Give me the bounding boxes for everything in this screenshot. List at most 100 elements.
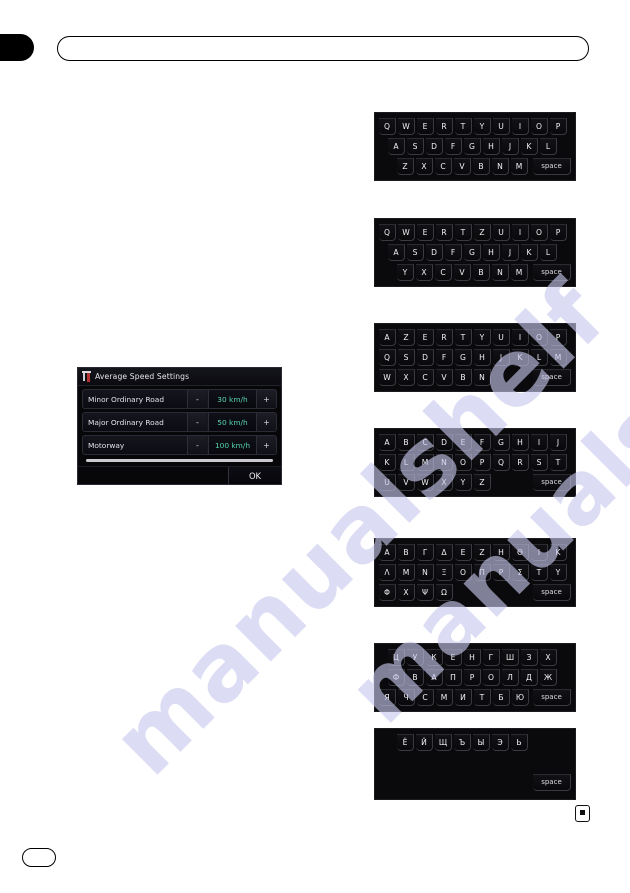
key-м[interactable]: М: [436, 689, 453, 706]
key-s[interactable]: S: [407, 244, 424, 261]
key-h[interactable]: H: [483, 244, 500, 261]
key-e[interactable]: E: [455, 434, 472, 451]
key-f[interactable]: F: [474, 434, 491, 451]
key-ξ[interactable]: Ξ: [436, 564, 453, 581]
key-π[interactable]: Π: [474, 564, 491, 581]
key-k[interactable]: K: [379, 454, 396, 471]
key-i[interactable]: I: [512, 329, 529, 346]
key-s[interactable]: S: [398, 349, 415, 366]
key-n[interactable]: N: [474, 369, 491, 386]
key-u[interactable]: U: [493, 118, 510, 135]
key-χ[interactable]: Χ: [398, 584, 415, 601]
key-k[interactable]: K: [521, 138, 538, 155]
key-q[interactable]: Q: [493, 454, 510, 471]
key-m[interactable]: M: [550, 349, 567, 366]
key-p[interactable]: P: [474, 454, 491, 471]
key-к[interactable]: К: [426, 649, 443, 666]
dialog-scrollbar[interactable]: [86, 459, 273, 462]
key-э[interactable]: Э: [492, 734, 509, 751]
increment-button[interactable]: +: [256, 390, 276, 408]
key-z[interactable]: Z: [474, 474, 491, 491]
key-w[interactable]: W: [417, 474, 434, 491]
key-λ[interactable]: Λ: [379, 564, 396, 581]
key-y[interactable]: Y: [474, 118, 491, 135]
key-t[interactable]: T: [455, 118, 472, 135]
key-v[interactable]: V: [398, 474, 415, 491]
key-space[interactable]: space: [533, 689, 571, 706]
key-д[interactable]: Д: [521, 669, 538, 686]
key-k[interactable]: K: [521, 244, 538, 261]
key-i[interactable]: I: [512, 118, 529, 135]
key-ρ[interactable]: Ρ: [493, 564, 510, 581]
key-φ[interactable]: Φ: [379, 584, 396, 601]
key-c[interactable]: C: [417, 434, 434, 451]
key-v[interactable]: V: [436, 369, 453, 386]
key-ψ[interactable]: Ψ: [417, 584, 434, 601]
key-τ[interactable]: Τ: [531, 564, 548, 581]
key-t[interactable]: T: [550, 454, 567, 471]
key-z[interactable]: Z: [397, 158, 414, 175]
key-g[interactable]: G: [455, 349, 472, 366]
key-о[interactable]: О: [483, 669, 500, 686]
key-δ[interactable]: Δ: [436, 544, 453, 561]
key-з[interactable]: З: [521, 649, 538, 666]
key-ο[interactable]: Ο: [455, 564, 472, 581]
key-b[interactable]: B: [473, 158, 490, 175]
key-г[interactable]: Г: [483, 649, 500, 666]
key-ω[interactable]: Ω: [436, 584, 453, 601]
key-б[interactable]: Б: [493, 689, 510, 706]
key-c[interactable]: C: [417, 369, 434, 386]
key-α[interactable]: Α: [379, 544, 396, 561]
key-у[interactable]: У: [407, 649, 424, 666]
key-space[interactable]: space: [533, 474, 571, 491]
key-ζ[interactable]: Ζ: [474, 544, 491, 561]
key-κ[interactable]: Κ: [550, 544, 567, 561]
key-k[interactable]: K: [512, 349, 529, 366]
key-e[interactable]: E: [417, 224, 434, 241]
key-g[interactable]: G: [493, 434, 510, 451]
key-l[interactable]: L: [540, 244, 557, 261]
key-c[interactable]: C: [435, 158, 452, 175]
key-ш[interactable]: Ш: [502, 649, 519, 666]
key-d[interactable]: D: [426, 244, 443, 261]
key-i[interactable]: I: [531, 434, 548, 451]
key-h[interactable]: H: [483, 138, 500, 155]
key-п[interactable]: П: [445, 669, 462, 686]
key-m[interactable]: M: [417, 454, 434, 471]
key-x[interactable]: X: [398, 369, 415, 386]
key-т[interactable]: Т: [474, 689, 491, 706]
key-j[interactable]: J: [550, 434, 567, 451]
key-ч[interactable]: Ч: [398, 689, 415, 706]
key-l[interactable]: L: [398, 454, 415, 471]
key-p[interactable]: P: [550, 224, 567, 241]
key-s[interactable]: S: [531, 454, 548, 471]
key-щ[interactable]: Щ: [435, 734, 452, 751]
key-o[interactable]: O: [531, 118, 548, 135]
key-d[interactable]: D: [426, 138, 443, 155]
key-q[interactable]: Q: [379, 118, 396, 135]
key-ф[interactable]: Ф: [388, 669, 405, 686]
key-ν[interactable]: Ν: [417, 564, 434, 581]
key-x[interactable]: X: [436, 474, 453, 491]
key-j[interactable]: J: [502, 244, 519, 261]
ok-button[interactable]: OK: [228, 467, 281, 484]
key-a[interactable]: A: [388, 244, 405, 261]
key-c[interactable]: C: [435, 264, 452, 281]
key-η[interactable]: Η: [493, 544, 510, 561]
key-ъ[interactable]: Ъ: [454, 734, 471, 751]
key-b[interactable]: B: [398, 434, 415, 451]
key-х[interactable]: Х: [540, 649, 557, 666]
key-л[interactable]: Л: [502, 669, 519, 686]
key-u[interactable]: U: [379, 474, 396, 491]
key-μ[interactable]: Μ: [398, 564, 415, 581]
key-ι[interactable]: Ι: [531, 544, 548, 561]
key-m[interactable]: M: [511, 264, 528, 281]
key-n[interactable]: N: [436, 454, 453, 471]
key-а[interactable]: А: [426, 669, 443, 686]
key-h[interactable]: H: [474, 349, 491, 366]
key-w[interactable]: W: [398, 118, 415, 135]
key-й[interactable]: Й: [416, 734, 433, 751]
key-p[interactable]: P: [550, 329, 567, 346]
key-space[interactable]: space: [533, 158, 571, 175]
decrement-button[interactable]: -: [187, 390, 208, 408]
